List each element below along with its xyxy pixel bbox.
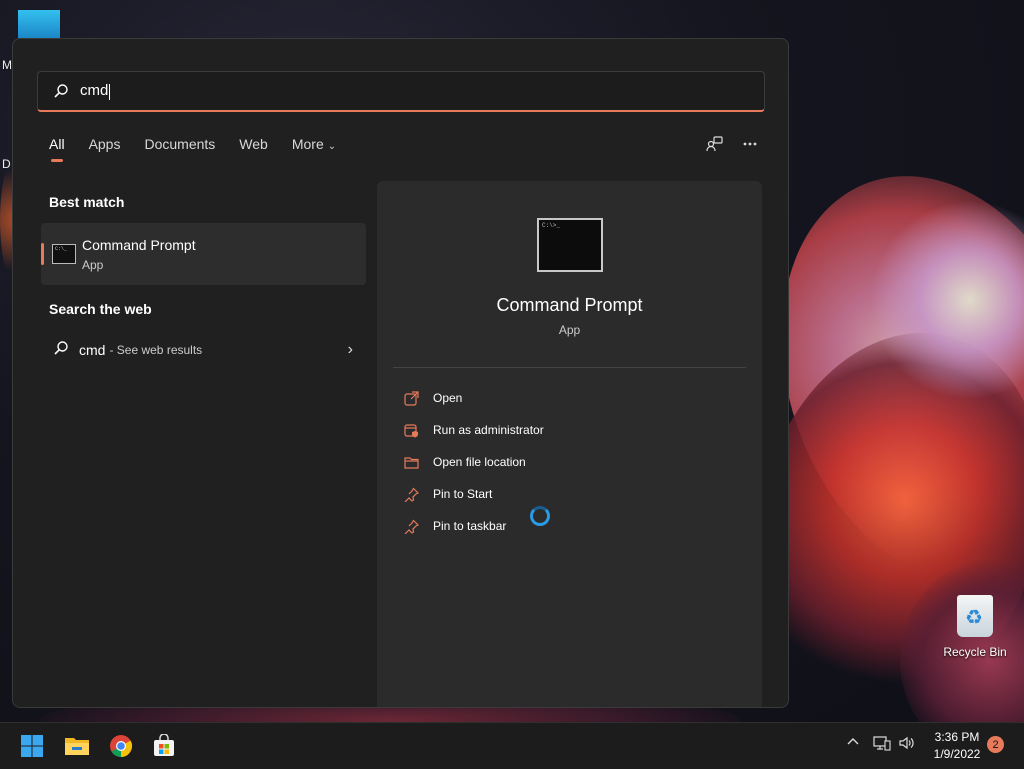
selection-indicator xyxy=(41,243,44,265)
result-subtitle: App xyxy=(82,258,104,272)
command-prompt-icon xyxy=(52,244,76,264)
store-icon[interactable] xyxy=(150,732,178,760)
search-web-heading: Search the web xyxy=(49,301,152,317)
chevron-down-icon: ⌄ xyxy=(327,141,337,152)
recycle-bin-icon: ♻ xyxy=(957,595,993,637)
search-query: cmd xyxy=(80,82,109,100)
web-search-result[interactable]: cmd - See web results › xyxy=(53,340,353,361)
taskbar-clock[interactable]: 3:36 PM 1/9/2022 xyxy=(925,729,989,763)
search-panel: cmd All Apps Documents Web More ⌄ Best ma… xyxy=(12,38,789,708)
tab-all[interactable]: All xyxy=(49,136,65,162)
desktop-shortcut-icon[interactable] xyxy=(18,10,60,40)
account-switch-icon[interactable] xyxy=(706,135,724,158)
desktop-label-partial: D xyxy=(2,157,11,171)
chrome-icon[interactable] xyxy=(107,732,135,760)
action-open-file-location[interactable]: Open file location xyxy=(403,453,526,471)
command-prompt-large-icon xyxy=(537,218,603,272)
web-results-hint: - See web results xyxy=(109,343,203,357)
action-label: Pin to taskbar xyxy=(433,519,507,533)
file-explorer-icon[interactable] xyxy=(63,732,91,760)
details-pane: Command Prompt App Open Run as administr… xyxy=(377,181,762,707)
tab-web[interactable]: Web xyxy=(239,136,268,152)
action-pin-to-start[interactable]: Pin to Start xyxy=(403,485,492,503)
recycle-bin-label: Recycle Bin xyxy=(943,645,1007,659)
action-label: Pin to Start xyxy=(433,487,493,501)
taskbar: 3:36 PM 1/9/2022 2 xyxy=(0,722,1024,769)
clock-time: 3:36 PM xyxy=(934,730,980,744)
tab-documents[interactable]: Documents xyxy=(144,136,215,152)
desktop-label-partial: M xyxy=(2,58,12,72)
clock-date: 1/9/2022 xyxy=(933,747,981,761)
search-icon xyxy=(53,340,69,361)
result-title: Command Prompt xyxy=(82,237,196,253)
action-label: Open file location xyxy=(433,455,526,469)
pin-icon xyxy=(403,486,419,502)
action-label: Open xyxy=(433,391,463,405)
folder-icon xyxy=(403,454,419,470)
search-box[interactable]: cmd xyxy=(37,71,765,112)
action-pin-to-taskbar[interactable]: Pin to taskbar xyxy=(403,517,506,535)
notification-badge[interactable]: 2 xyxy=(987,736,1004,753)
recycle-bin[interactable]: ♻ Recycle Bin xyxy=(940,595,1010,659)
action-run-as-administrator[interactable]: Run as administrator xyxy=(403,421,544,439)
open-icon xyxy=(403,390,419,406)
best-match-result[interactable]: Command Prompt App xyxy=(41,223,366,285)
action-open[interactable]: Open xyxy=(403,389,462,407)
network-icon[interactable] xyxy=(873,735,891,751)
details-title: Command Prompt xyxy=(496,295,643,315)
start-icon[interactable] xyxy=(18,732,46,760)
chevron-up-icon[interactable] xyxy=(846,735,860,749)
header-actions xyxy=(706,135,758,158)
more-options-icon[interactable] xyxy=(742,136,758,157)
action-label: Run as administrator xyxy=(433,423,544,437)
divider xyxy=(393,367,746,368)
search-icon xyxy=(52,82,70,100)
web-query: cmd xyxy=(79,342,106,358)
tab-more[interactable]: More ⌄ xyxy=(292,136,336,152)
tab-apps[interactable]: Apps xyxy=(89,136,121,152)
tab-more-label: More xyxy=(291,136,324,152)
search-input[interactable]: cmd xyxy=(80,82,111,100)
pin-icon xyxy=(403,518,419,534)
search-tabs: All Apps Documents Web More ⌄ xyxy=(49,136,360,162)
details-subtitle: App xyxy=(558,323,581,337)
volume-icon[interactable] xyxy=(898,735,916,751)
text-caret xyxy=(109,83,111,100)
best-match-heading: Best match xyxy=(49,194,125,210)
loading-spinner-icon xyxy=(530,506,550,526)
run-as-admin-icon xyxy=(403,422,419,438)
chevron-right-icon: › xyxy=(347,341,353,358)
